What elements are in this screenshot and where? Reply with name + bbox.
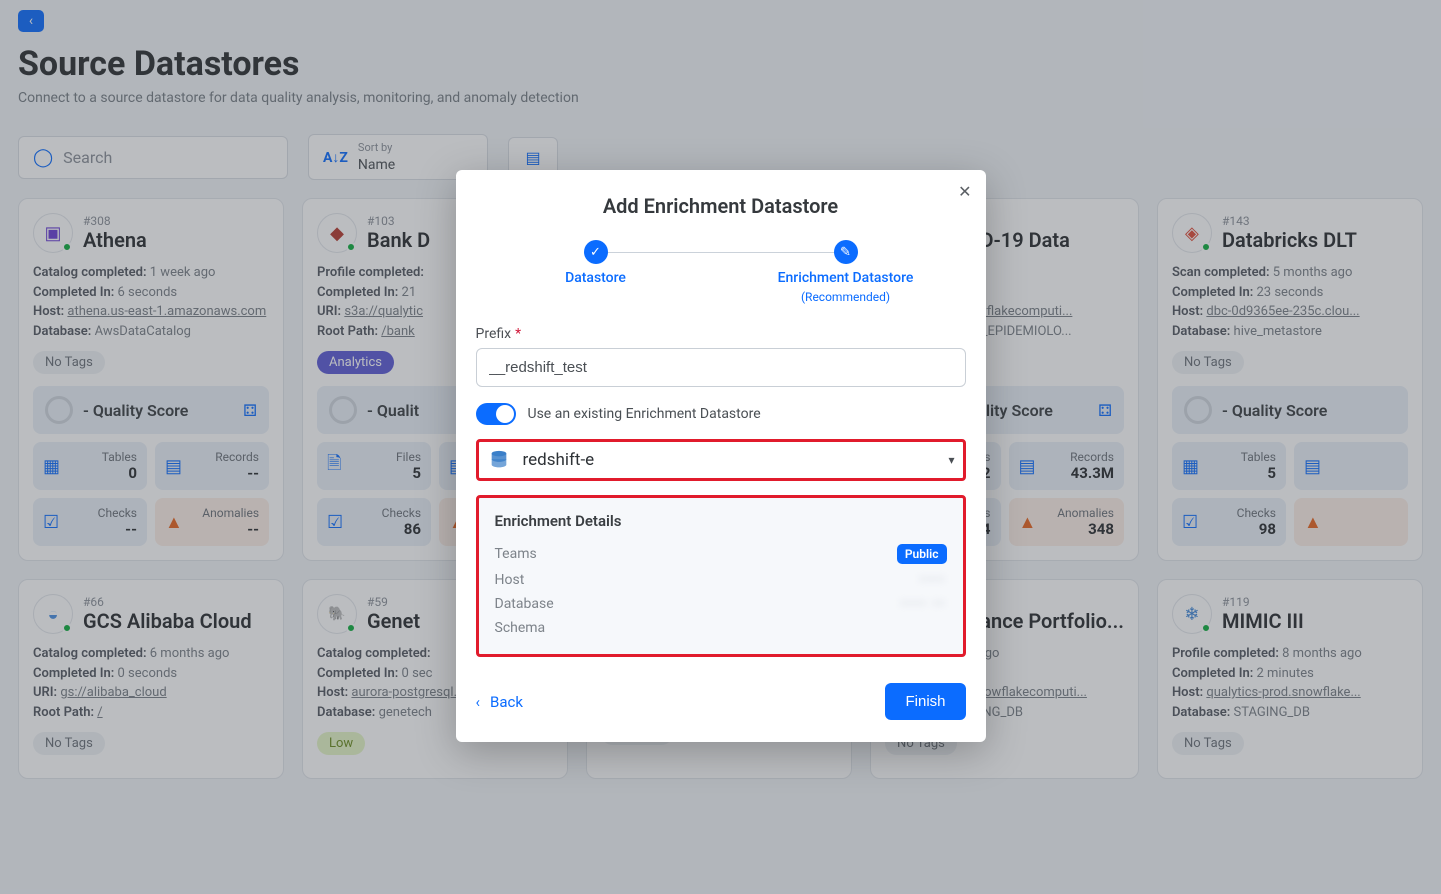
enrichment-details-panel: Enrichment Details Teams Public Host •••… — [476, 495, 966, 657]
prefix-input[interactable] — [476, 348, 966, 387]
detail-schema: Schema — [495, 616, 947, 640]
stepper: ✓ Datastore ✎ Enrichment Datastore (Reco… — [476, 240, 966, 304]
check-icon: ✓ — [584, 240, 608, 264]
detail-host: Host •••• — [495, 568, 947, 592]
pencil-icon: ✎ — [834, 240, 858, 264]
modal-title: Add Enrichment Datastore — [476, 194, 966, 218]
finish-button[interactable]: Finish — [885, 683, 965, 720]
database-icon — [487, 448, 511, 472]
public-badge: Public — [897, 544, 947, 564]
step-enrichment[interactable]: ✎ Enrichment Datastore (Recommended) — [756, 240, 936, 304]
detail-database: Database •••• •• — [495, 592, 947, 616]
add-enrichment-modal: ✕ Add Enrichment Datastore ✓ Datastore ✎… — [456, 170, 986, 742]
use-existing-toggle-row: Use an existing Enrichment Datastore — [476, 403, 966, 425]
detail-teams: Teams Public — [495, 540, 947, 568]
back-button[interactable]: ‹ Back — [476, 693, 523, 711]
step-datastore[interactable]: ✓ Datastore — [506, 240, 686, 286]
close-icon[interactable]: ✕ — [958, 182, 971, 201]
enrichment-datastore-select[interactable]: redshift-e ▾ — [476, 439, 966, 481]
prefix-label: Prefix* — [476, 326, 966, 342]
chevron-down-icon: ▾ — [948, 453, 954, 467]
modal-overlay: ✕ Add Enrichment Datastore ✓ Datastore ✎… — [0, 0, 1441, 894]
chevron-left-icon: ‹ — [476, 693, 481, 711]
use-existing-toggle[interactable] — [476, 403, 516, 425]
